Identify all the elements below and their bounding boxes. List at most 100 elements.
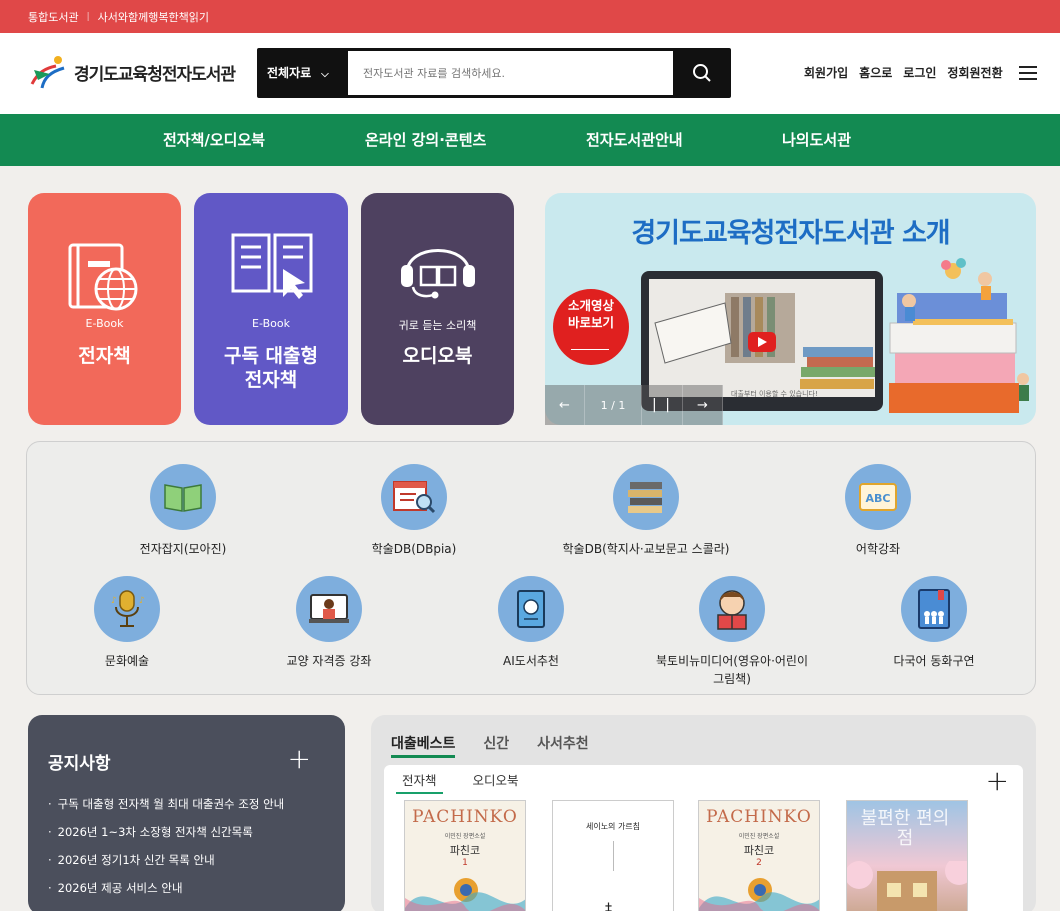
nav-library-guide[interactable]: 전자도서관안내 bbox=[586, 114, 683, 166]
book-tabs: 대출베스트 신간 사서추천 bbox=[391, 733, 589, 758]
banner-pause-button[interactable]: | | bbox=[642, 385, 683, 425]
banner-prev-button[interactable]: ← bbox=[545, 385, 585, 425]
nav-ebook-audiobook[interactable]: 전자책/오디오북 bbox=[163, 114, 265, 166]
main-navigation: 전자책/오디오북 온라인 강의·콘텐츠 전자도서관안내 나의도서관 bbox=[0, 114, 1060, 166]
quick-item-ai[interactable]: AI도서추천 bbox=[431, 576, 631, 670]
ebook-globe-icon bbox=[68, 243, 138, 311]
top-utility-bar: 통합도서관 | 사서와함께행복한책읽기 bbox=[0, 0, 1060, 33]
quick-label: 어학강좌 bbox=[855, 542, 901, 556]
book-cover-volume: 2 bbox=[756, 858, 762, 868]
book-cover-divider bbox=[613, 841, 614, 871]
nav-online-lectures[interactable]: 온라인 강의·콘텐츠 bbox=[365, 114, 486, 166]
quick-label: AI도서추천 bbox=[503, 654, 559, 668]
search-bar: 전체자료 ⌵ bbox=[257, 48, 731, 98]
card-subscription-title: 구독 대출형 전자책 bbox=[223, 345, 318, 391]
tab-librarian-picks[interactable]: 사서추천 bbox=[537, 733, 589, 758]
arrow-right-icon: → bbox=[697, 397, 708, 413]
book-cover[interactable]: PACHINKO 이민진 장편소설 파친코 2 bbox=[698, 800, 820, 911]
book-cover-volume: 1 bbox=[462, 858, 468, 868]
card-audiobook-en: 귀로 듣는 소리책 bbox=[398, 319, 477, 332]
integrated-library-link[interactable]: 통합도서관 bbox=[28, 9, 79, 25]
card-ebook-en: E-Book bbox=[85, 317, 124, 330]
book-cover-art bbox=[847, 861, 967, 911]
quick-label: 학술DB(DBpia) bbox=[371, 542, 457, 556]
book-cover-title: 불편한 편의점 bbox=[860, 808, 950, 849]
home-link[interactable]: 홈으로 bbox=[859, 64, 892, 81]
notice-panel: 공지사항 + 구독 대출형 전자책 월 최대 대출권수 조정 안내 2026년 … bbox=[28, 715, 345, 911]
search-category-value: 전체자료 bbox=[267, 66, 312, 80]
quick-label: 다국어 동화구연 bbox=[893, 654, 975, 668]
banner-caption: 대출부터 이용할 수 있습니다! bbox=[731, 390, 818, 398]
search-icon bbox=[693, 64, 711, 82]
book-list-body: 전자책 오디오북 + PACHINKO 이민진 장편소설 파친코 1 세이노의 … bbox=[384, 765, 1023, 911]
card-subscription-ebook[interactable]: E-Book 구독 대출형 전자책 bbox=[194, 193, 348, 425]
open-book-cursor-icon bbox=[231, 233, 313, 299]
book-cover-title: PACHINKO bbox=[412, 807, 518, 827]
book-stack-icon bbox=[613, 464, 679, 530]
reading-with-librarian-link[interactable]: 사서와함께행복한책읽기 bbox=[98, 9, 209, 25]
microphone-icon: ♪ ♪ bbox=[94, 576, 160, 642]
banner-video-badge[interactable]: 소개영상 바로보기 bbox=[553, 297, 629, 331]
quick-item-magazine[interactable]: 전자잡지(모아진) bbox=[83, 464, 283, 558]
pause-icon: | | bbox=[652, 397, 672, 413]
quick-label: 교양 자격증 강좌 bbox=[286, 654, 372, 668]
search-input[interactable] bbox=[348, 51, 673, 95]
logo-emblem-icon bbox=[30, 56, 65, 89]
book-cover-ko-title: 파친코 bbox=[743, 844, 775, 857]
book-cover-title: 세이노의 가르침 bbox=[585, 822, 641, 831]
card-ebook[interactable]: E-Book 전자책 bbox=[28, 193, 181, 425]
quick-item-dbpia[interactable]: 학술DB(DBpia) bbox=[314, 464, 514, 558]
book-cover-subtitle: 이민진 장편소설 bbox=[444, 833, 486, 840]
quick-item-booktovi[interactable]: 북토비뉴미디어(영유아·어린이 그림책) bbox=[632, 576, 832, 688]
card-audiobook[interactable]: 귀로 듣는 소리책 오디오북 bbox=[361, 193, 514, 425]
notice-list: 구독 대출형 전자책 월 최대 대출권수 조정 안내 2026년 1~3차 소장… bbox=[48, 797, 285, 909]
full-member-link[interactable]: 정회원전환 bbox=[947, 64, 1002, 81]
banner-pager: 1 / 1 bbox=[585, 385, 642, 425]
notice-item[interactable]: 2026년 1~3차 소장형 전자책 신간목록 bbox=[48, 825, 284, 853]
book-subtabs: 전자책 오디오북 bbox=[396, 770, 519, 794]
hamburger-menu-icon[interactable] bbox=[1019, 66, 1037, 84]
tab-best-loans[interactable]: 대출베스트 bbox=[391, 733, 456, 758]
subtab-audiobook[interactable]: 오디오북 bbox=[473, 770, 519, 794]
quick-item-culture[interactable]: ♪ ♪ 문화예술 bbox=[27, 576, 227, 670]
separator: | bbox=[86, 11, 90, 22]
search-category-select[interactable]: 전체자료 ⌵ bbox=[267, 48, 329, 98]
book-cover-mark: ‡ bbox=[605, 901, 612, 911]
quick-item-scholar[interactable]: 학술DB(학지사·교보문고 스콜라) bbox=[546, 464, 746, 558]
quick-label: 문화예술 bbox=[104, 654, 150, 668]
book-cover[interactable]: 불편한 편의점 bbox=[846, 800, 968, 911]
card-audiobook-title: 오디오북 bbox=[402, 345, 473, 367]
book-cover[interactable]: 세이노의 가르침 ‡ bbox=[552, 800, 674, 911]
notice-item[interactable]: 구독 대출형 전자책 월 최대 대출권수 조정 안내 bbox=[48, 797, 285, 825]
book-cover-art bbox=[699, 878, 819, 911]
quick-item-lecture[interactable]: 교양 자격증 강좌 bbox=[229, 576, 429, 670]
quick-item-multilingual[interactable]: 다국어 동화구연 bbox=[834, 576, 1034, 670]
banner-next-button[interactable]: → bbox=[683, 385, 723, 425]
svg-text:ABC: ABC bbox=[866, 492, 891, 505]
tab-new-books[interactable]: 신간 bbox=[483, 733, 509, 758]
nav-my-library[interactable]: 나의도서관 bbox=[782, 114, 851, 166]
arrow-left-icon: ← bbox=[559, 397, 570, 413]
book-cover-ko-title: 파친코 bbox=[449, 844, 481, 857]
login-link[interactable]: 로그인 bbox=[903, 64, 936, 81]
svg-text:♪: ♪ bbox=[139, 596, 145, 606]
books-more-plus-icon[interactable]: + bbox=[986, 767, 1009, 795]
user-menu: 회원가입 홈으로 로그인 정회원전환 bbox=[804, 64, 1003, 81]
search-document-icon bbox=[381, 464, 447, 530]
book-cover[interactable]: PACHINKO 이민진 장편소설 파친코 1 bbox=[404, 800, 526, 911]
site-logo[interactable]: 경기도교육청전자도서관 bbox=[28, 54, 236, 90]
signup-link[interactable]: 회원가입 bbox=[804, 64, 848, 81]
search-button[interactable] bbox=[673, 48, 731, 98]
svg-text:♪: ♪ bbox=[111, 596, 117, 606]
headphones-icon bbox=[401, 249, 475, 299]
badge-arrow-line bbox=[571, 349, 609, 350]
quick-label: 학술DB(학지사·교보문고 스콜라) bbox=[562, 542, 730, 556]
book-cover-title: PACHINKO bbox=[706, 807, 812, 827]
notice-item[interactable]: 2026년 제공 서비스 안내 bbox=[48, 881, 284, 909]
abc-book-icon: ABC bbox=[845, 464, 911, 530]
notice-item[interactable]: 2026년 정기1차 신간 목록 안내 bbox=[48, 853, 284, 881]
subtab-ebook[interactable]: 전자책 bbox=[396, 770, 443, 794]
notice-more-plus-icon[interactable]: + bbox=[288, 745, 311, 773]
card-subscription-en: E-Book bbox=[252, 317, 290, 330]
quick-item-language[interactable]: ABC 어학강좌 bbox=[778, 464, 978, 558]
